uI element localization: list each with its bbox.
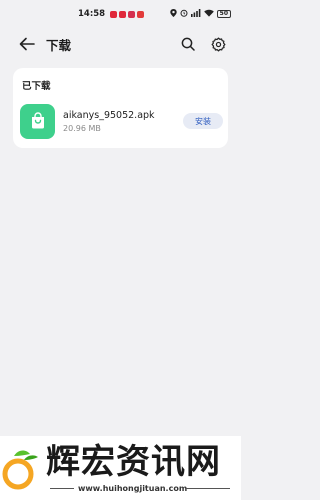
watermark-url: www.huihongjituan.com <box>78 484 188 493</box>
watermark-title: 辉宏资讯网 <box>46 442 221 482</box>
app-icon <box>20 103 55 139</box>
search-button[interactable] <box>179 35 197 53</box>
downloaded-card: 已下载 aikanys_95052.apk 20.96 MB 安装 <box>13 68 228 148</box>
header-actions <box>179 35 227 53</box>
watermark-banner: 辉宏资讯网 www.huihongjituan.com <box>0 436 241 500</box>
notification-icon <box>128 10 136 18</box>
back-button[interactable] <box>18 35 36 53</box>
app-header: 下载 <box>0 30 241 58</box>
status-bar: 14:58 50 <box>0 0 241 28</box>
watermark-line-left <box>50 488 74 489</box>
download-item[interactable]: aikanys_95052.apk 20.96 MB 安装 <box>20 101 223 141</box>
settings-icon <box>211 37 225 51</box>
section-label-downloaded: 已下载 <box>22 81 51 92</box>
search-icon <box>181 37 195 51</box>
settings-button[interactable] <box>209 35 227 53</box>
shopping-bag-icon <box>31 112 44 129</box>
watermark-logo-icon <box>2 450 38 490</box>
back-arrow-icon <box>19 37 35 51</box>
status-time: 14:58 <box>78 9 106 19</box>
install-button[interactable]: 安装 <box>183 113 223 129</box>
location-icon <box>169 9 177 19</box>
file-info: aikanys_95052.apk 20.96 MB <box>63 110 155 133</box>
file-size: 20.96 MB <box>63 123 101 133</box>
page-title: 下载 <box>46 37 72 53</box>
battery-indicator: 50 <box>216 10 231 18</box>
notification-icons <box>110 10 145 18</box>
alarm-icon <box>180 9 188 19</box>
status-right: 50 <box>169 9 231 19</box>
wifi-icon <box>203 9 214 19</box>
file-name: aikanys_95052.apk <box>63 109 155 121</box>
notification-icon <box>110 10 118 18</box>
signal-icon <box>190 9 201 19</box>
watermark-line-right <box>186 488 230 489</box>
notification-icon <box>137 10 145 18</box>
notification-icon <box>119 10 127 18</box>
